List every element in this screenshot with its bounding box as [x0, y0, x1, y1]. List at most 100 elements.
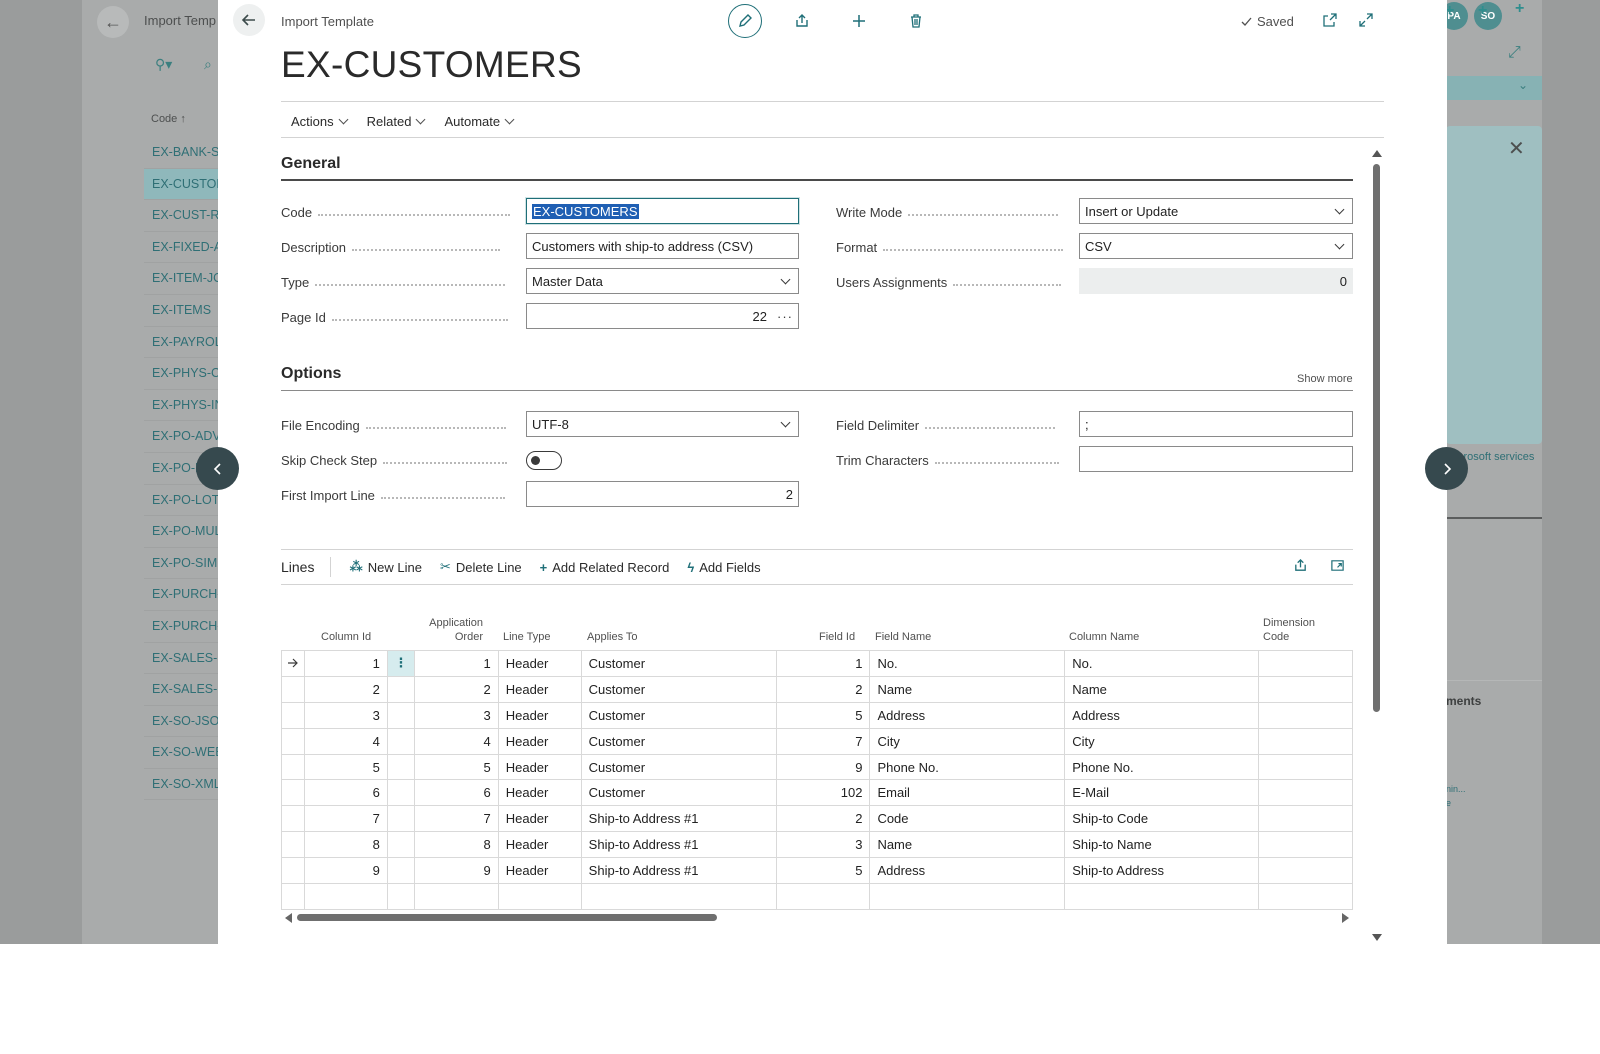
cell-field-name[interactable]: Name: [869, 675, 1066, 703]
cell-order[interactable]: [413, 883, 499, 910]
field-name-header[interactable]: Field Name: [875, 630, 931, 644]
lines-title[interactable]: Lines: [281, 557, 332, 577]
cell-field-id[interactable]: 5: [775, 857, 871, 885]
new-button[interactable]: [842, 4, 876, 38]
back-button[interactable]: [233, 4, 265, 36]
cell-column-name[interactable]: No.: [1064, 650, 1260, 677]
row-menu-cell[interactable]: [386, 675, 415, 703]
cell-field-name[interactable]: Phone No.: [869, 753, 1066, 781]
cell-dimension-code[interactable]: [1258, 831, 1353, 859]
cell-column-id[interactable]: 4: [303, 727, 388, 755]
cell-applies-to[interactable]: Customer: [580, 753, 777, 781]
cell-field-name[interactable]: No.: [869, 650, 1066, 677]
cell-applies-to[interactable]: Customer: [580, 727, 777, 755]
cell-line-type[interactable]: Header: [497, 675, 582, 703]
cell-column-id[interactable]: 8: [303, 831, 388, 859]
cell-column-name[interactable]: Address: [1064, 701, 1260, 729]
cell-column-name[interactable]: E-Mail: [1064, 779, 1260, 807]
cell-dimension-code[interactable]: [1258, 650, 1353, 677]
first-import-line-field[interactable]: 2: [526, 481, 799, 507]
lookup-ellipsis-icon[interactable]: ···: [777, 309, 793, 324]
cell-line-type[interactable]: Header: [497, 753, 582, 781]
cell-field-name[interactable]: Name: [869, 831, 1066, 859]
table-row[interactable]: 7 7 Header Ship-to Address #1 2 Code Ship-to C…: [281, 805, 1353, 833]
description-field[interactable]: Customers with ship-to address (CSV): [526, 233, 799, 259]
cell-order[interactable]: 8: [413, 831, 499, 859]
cell-field-id[interactable]: 2: [775, 805, 871, 833]
cell-column-id[interactable]: 5: [303, 753, 388, 781]
cell-dimension-code[interactable]: [1258, 779, 1353, 807]
cell-column-name[interactable]: Ship-to Address: [1064, 857, 1260, 885]
cell-order[interactable]: 2: [413, 675, 499, 703]
type-select[interactable]: Master Data: [526, 268, 799, 294]
cell-dimension-code[interactable]: [1258, 753, 1353, 781]
table-row[interactable]: 6 6 Header Customer 102 Email E-Mail: [281, 779, 1353, 807]
users-assignments-field[interactable]: 0: [1079, 268, 1353, 294]
table-row[interactable]: 5 5 Header Customer 9 Phone No. Phone No.: [281, 753, 1353, 781]
add-related-record-button[interactable]: + Add Related Record: [540, 560, 670, 575]
cell-column-id[interactable]: [303, 883, 388, 910]
share-icon[interactable]: [1293, 558, 1308, 573]
cell-applies-to[interactable]: Ship-to Address #1: [580, 857, 777, 885]
column-name-header[interactable]: Column Name: [1069, 630, 1139, 644]
vertical-scrollbar[interactable]: [1372, 150, 1382, 941]
cell-order[interactable]: 7: [413, 805, 499, 833]
cell-line-type[interactable]: Header: [497, 650, 582, 677]
general-section-title[interactable]: General: [281, 155, 341, 173]
cell-applies-to[interactable]: [580, 883, 777, 910]
field-delimiter-field[interactable]: ;: [1079, 411, 1353, 437]
cell-column-id[interactable]: 6: [303, 779, 388, 807]
column-id-header[interactable]: Column Id: [321, 630, 371, 644]
cell-field-id[interactable]: 9: [775, 753, 871, 781]
cell-column-name[interactable]: Ship-to Code: [1064, 805, 1260, 833]
cell-column-name[interactable]: Phone No.: [1064, 753, 1260, 781]
cell-line-type[interactable]: Header: [497, 805, 582, 833]
cell-column-name[interactable]: Ship-to Name: [1064, 831, 1260, 859]
cell-field-id[interactable]: 3: [775, 831, 871, 859]
scroll-right-arrow-icon[interactable]: [1342, 913, 1349, 923]
row-menu-cell[interactable]: [386, 753, 415, 781]
cell-field-id[interactable]: 2: [775, 675, 871, 703]
scroll-down-arrow-icon[interactable]: [1372, 934, 1382, 941]
actions-menu[interactable]: Actions: [281, 114, 357, 129]
cell-column-id[interactable]: 1: [303, 650, 388, 677]
cell-dimension-code[interactable]: [1258, 883, 1353, 910]
delete-button[interactable]: [899, 4, 933, 38]
row-menu-cell[interactable]: [386, 701, 415, 729]
automate-menu[interactable]: Automate: [434, 114, 523, 129]
trim-characters-field[interactable]: [1079, 446, 1353, 472]
cell-column-id[interactable]: 7: [303, 805, 388, 833]
skip-check-step-toggle[interactable]: [526, 451, 562, 470]
cell-applies-to[interactable]: Customer: [580, 701, 777, 729]
cell-line-type[interactable]: Header: [497, 701, 582, 729]
table-row[interactable]: 8 8 Header Ship-to Address #1 3 Name Ship-to N…: [281, 831, 1353, 859]
cell-dimension-code[interactable]: [1258, 727, 1353, 755]
cell-field-id[interactable]: [775, 883, 871, 910]
cell-field-name[interactable]: Email: [869, 779, 1066, 807]
scroll-thumb[interactable]: [297, 914, 717, 921]
show-more-link[interactable]: Show more: [1297, 373, 1353, 385]
next-record-button[interactable]: [1425, 447, 1468, 490]
cell-line-type[interactable]: Header: [497, 857, 582, 885]
open-new-window-icon[interactable]: [1322, 12, 1338, 28]
share-button[interactable]: [785, 4, 819, 38]
scroll-left-arrow-icon[interactable]: [285, 913, 292, 923]
related-menu[interactable]: Related: [357, 114, 435, 129]
write-mode-select[interactable]: Insert or Update: [1079, 198, 1353, 224]
cell-column-name[interactable]: [1064, 883, 1260, 910]
cell-order[interactable]: 6: [413, 779, 499, 807]
cell-column-name[interactable]: Name: [1064, 675, 1260, 703]
file-encoding-select[interactable]: UTF-8: [526, 411, 799, 437]
applies-to-header[interactable]: Applies To: [587, 630, 638, 644]
cell-field-name[interactable]: [869, 883, 1066, 910]
cell-applies-to[interactable]: Ship-to Address #1: [580, 831, 777, 859]
edit-button[interactable]: [728, 4, 762, 38]
cell-column-id[interactable]: 3: [303, 701, 388, 729]
row-menu-cell[interactable]: [386, 883, 415, 910]
row-menu-cell[interactable]: [386, 805, 415, 833]
cell-line-type[interactable]: [497, 883, 582, 910]
table-row[interactable]: 2 2 Header Customer 2 Name Name: [281, 675, 1353, 703]
cell-column-name[interactable]: City: [1064, 727, 1260, 755]
options-section-title[interactable]: Options: [281, 365, 341, 383]
scroll-thumb[interactable]: [1373, 164, 1380, 712]
